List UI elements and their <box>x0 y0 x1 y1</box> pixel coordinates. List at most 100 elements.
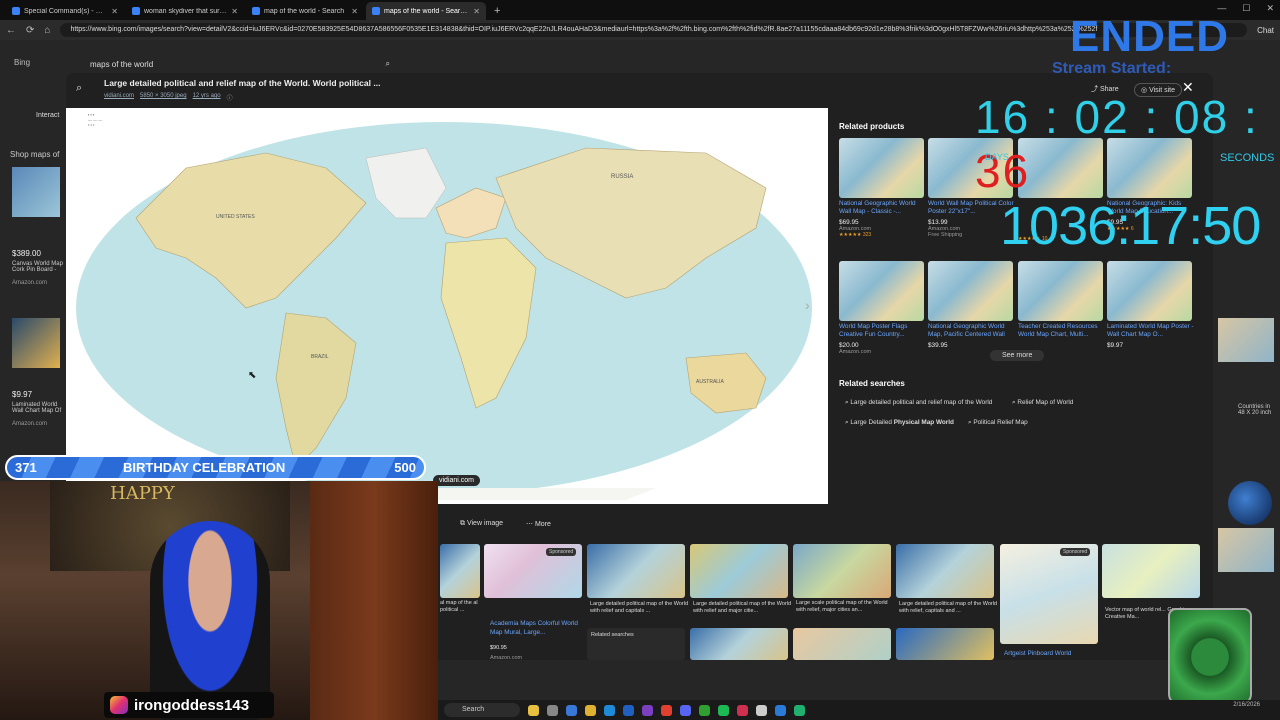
browser-tab[interactable]: woman skydiver that survived per ✕ <box>126 2 244 20</box>
app-icon[interactable] <box>737 704 748 716</box>
product-image[interactable] <box>1107 261 1192 321</box>
more-button[interactable]: ⋯ More <box>526 520 551 528</box>
globe-thumb[interactable] <box>1228 481 1272 525</box>
app-icon[interactable] <box>775 704 786 716</box>
bottom-thumb[interactable] <box>896 544 994 598</box>
product-card[interactable]: Laminated World Map Poster - Wall Chart … <box>1107 261 1195 349</box>
bottom-thumb[interactable] <box>1102 544 1200 598</box>
product-name[interactable]: National Geographic World Wall Map - Cla… <box>839 200 927 216</box>
bottom-caption[interactable]: Artgeist Pinboard World <box>1004 650 1104 657</box>
product-card[interactable]: National Geographic World Wall Map - Cla… <box>839 138 927 238</box>
spotify-icon[interactable] <box>718 704 729 716</box>
bottom-thumb[interactable] <box>690 544 788 598</box>
review-count: 323 <box>862 232 872 238</box>
settings-icon[interactable] <box>756 704 767 716</box>
chrome-icon[interactable] <box>661 704 672 716</box>
back-icon[interactable]: ← <box>6 25 16 36</box>
product-price: $9.97 <box>1107 342 1123 349</box>
app-icon[interactable] <box>642 704 653 716</box>
discord-icon[interactable] <box>680 704 691 716</box>
image-age[interactable]: 12 yrs ago <box>193 93 221 102</box>
browser-tab[interactable]: Special Command(s) - MissXss AI ✕ <box>6 2 124 20</box>
new-tab-icon[interactable]: + <box>488 2 506 20</box>
bottom-caption[interactable]: Large scale political map of the World w… <box>796 600 896 614</box>
refresh-icon[interactable]: ⟳ <box>26 25 34 36</box>
search-icon[interactable]: ⌕ <box>386 59 390 69</box>
left-product-thumb[interactable] <box>12 318 60 368</box>
system-tray-date[interactable]: 2/16/2026 <box>1233 702 1260 708</box>
chat-button[interactable]: Chat <box>1257 26 1274 35</box>
bottom-caption[interactable]: Large detailed political map of the Worl… <box>693 601 793 615</box>
bottom-caption[interactable]: al map of the al political ... <box>440 600 480 614</box>
windows-store-icon[interactable] <box>566 704 577 716</box>
search-icon[interactable]: ⌕ <box>76 82 82 95</box>
main-map-image[interactable]: UNITED STATES RUSSIA BRAZIL AUSTRALIA ▪ … <box>66 108 828 504</box>
goal-current: 371 <box>15 460 37 475</box>
bing-search-box[interactable]: maps of the world ⌕ <box>90 56 390 72</box>
bing-logo[interactable]: Bing <box>14 58 30 67</box>
map-label-russia: RUSSIA <box>611 174 633 180</box>
view-image-button[interactable]: ⧉ View image <box>460 520 503 528</box>
widgets-icon[interactable] <box>528 704 539 716</box>
bottom-caption[interactable]: Large detailed political map of the Worl… <box>590 601 690 615</box>
right-side-thumb[interactable] <box>1218 318 1274 362</box>
product-name[interactable]: National Geographic World Map, Pacific C… <box>928 323 1016 339</box>
image-size[interactable]: 5850 × 3050 jpeg <box>140 93 187 102</box>
banner-text: HAPPY <box>110 483 175 504</box>
taskbar-search[interactable]: Search <box>444 703 520 717</box>
close-window-icon[interactable]: ✕ <box>1266 3 1274 14</box>
outlook-icon[interactable] <box>623 704 634 716</box>
bottom-thumb[interactable] <box>793 628 891 660</box>
product-name[interactable]: World Map Poster Flags Creative Fun Coun… <box>839 323 927 339</box>
product-image[interactable] <box>839 261 924 321</box>
product-name[interactable]: Teacher Created Resources World Map Char… <box>1018 323 1106 339</box>
browser-tab[interactable]: map of the world - Search ✕ <box>246 2 364 20</box>
tab-close-icon[interactable]: ✕ <box>231 7 238 16</box>
related-search-chip[interactable]: ⌕ Political Relief Map <box>968 419 1028 427</box>
left-product-thumb[interactable] <box>12 167 60 217</box>
bottom-caption[interactable]: Large detailed political map of the Worl… <box>899 601 999 615</box>
right-side-thumb[interactable] <box>1218 528 1274 572</box>
product-image[interactable] <box>928 261 1013 321</box>
see-more-button[interactable]: See more <box>990 350 1045 361</box>
tab-close-icon[interactable]: ✕ <box>473 7 480 16</box>
file-explorer-icon[interactable] <box>585 704 596 716</box>
product-card[interactable]: World Map Poster Flags Creative Fun Coun… <box>839 261 927 355</box>
bottom-thumb[interactable] <box>587 544 685 598</box>
bottom-caption[interactable]: Academia Maps Colorful World Map Mural, … <box>490 619 590 637</box>
sponsored-badge: Sponsored <box>546 548 577 556</box>
related-search-chip[interactable]: ⌕ Relief Map of World <box>1012 399 1073 407</box>
xbox-icon[interactable] <box>699 704 710 716</box>
map-label-australia: AUSTRALIA <box>696 379 724 385</box>
left-product-name[interactable]: Canvas World Map Cork Pin Board - <box>12 261 68 273</box>
app-icon[interactable] <box>794 704 805 716</box>
product-card[interactable]: National Geographic World Map, Pacific C… <box>928 261 1016 349</box>
bottom-thumb[interactable] <box>690 628 788 660</box>
tab-close-icon[interactable]: ✕ <box>111 7 118 16</box>
interactive-label[interactable]: Interact <box>36 112 59 119</box>
search-query: maps of the world <box>90 59 154 69</box>
bottom-thumb[interactable] <box>793 544 891 598</box>
next-arrow-icon[interactable]: › <box>805 297 810 313</box>
tab-close-icon[interactable]: ✕ <box>351 7 358 16</box>
task-view-icon[interactable] <box>547 704 558 716</box>
image-title[interactable]: Large detailed political and relief map … <box>104 78 380 88</box>
bottom-thumb[interactable] <box>440 544 480 598</box>
info-icon[interactable]: ⓘ <box>227 93 233 102</box>
source-link[interactable]: vidiani.com <box>104 93 134 102</box>
browser-tab-active[interactable]: maps of the world - Search Images ✕ <box>366 2 486 20</box>
mug-decoration <box>1168 608 1252 706</box>
product-image[interactable] <box>839 138 924 198</box>
product-card[interactable]: Teacher Created Resources World Map Char… <box>1018 261 1106 339</box>
related-search-chip[interactable]: ⌕ Large detailed political and relief ma… <box>845 399 992 407</box>
maximize-icon[interactable]: ☐ <box>1242 3 1250 14</box>
edge-icon[interactable] <box>604 704 615 716</box>
home-icon[interactable]: ⌂ <box>44 25 50 36</box>
bottom-thumb[interactable] <box>896 628 994 660</box>
bottom-thumb[interactable] <box>1000 544 1098 644</box>
source-watermark[interactable]: vidiani.com <box>433 475 481 486</box>
related-search-chip[interactable]: ⌕ Large Detailed Physical Map World <box>845 419 954 427</box>
product-image[interactable] <box>1018 261 1103 321</box>
left-product-name[interactable]: Laminated World Wall Chart Map Of <box>12 402 68 414</box>
product-name[interactable]: Laminated World Map Poster - Wall Chart … <box>1107 323 1195 339</box>
